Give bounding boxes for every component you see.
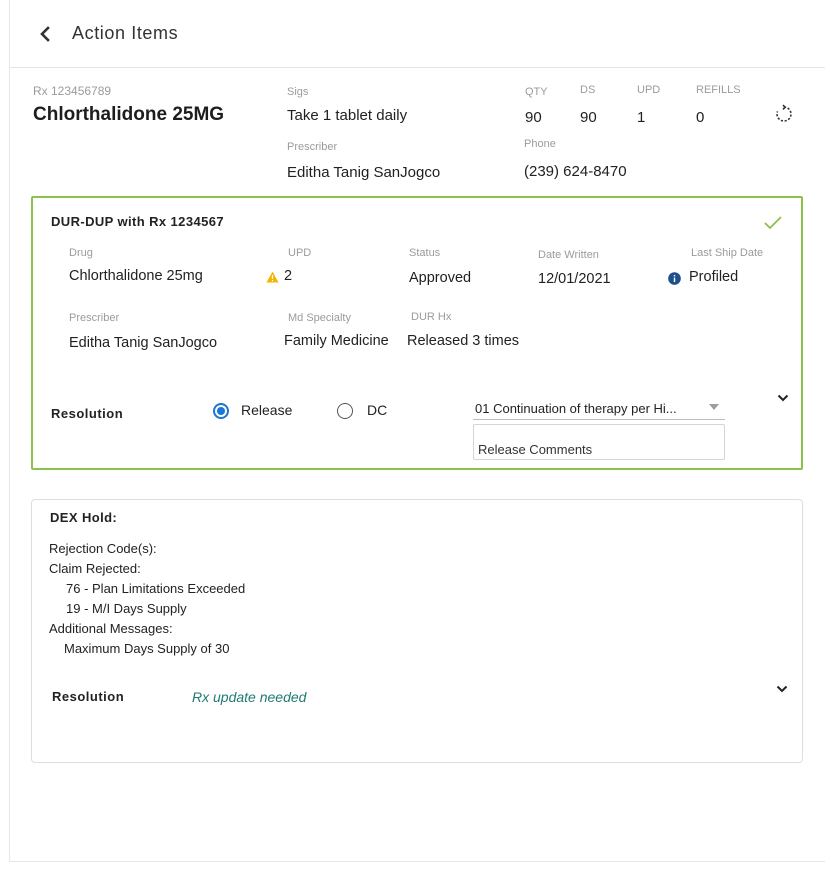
upd-label: UPD [637,84,661,96]
rx-update-needed-link[interactable]: Rx update needed [192,689,306,705]
phone-label: Phone [524,138,556,150]
dur-last-ship-value: Profiled [689,269,739,285]
dur-last-ship-label: Last Ship Date [691,247,764,259]
dropdown-arrow-icon [709,404,719,410]
chevron-left-icon[interactable] [37,25,53,43]
dur-specialty-value: Family Medicine [284,333,389,349]
qty-value: 90 [525,109,542,126]
dex-hold-card: DEX Hold: Rejection Code(s): Claim Rejec… [31,499,803,763]
ds-value: 90 [580,109,597,126]
additional-message-1: Maximum Days Supply of 30 [64,641,230,656]
dur-dup-card: DUR-DUP with Rx 1234567 Drug Chlorthalid… [31,196,803,470]
refresh-icon[interactable] [774,104,794,124]
chevron-down-icon[interactable] [777,394,789,402]
dur-hx-value: Released 3 times [407,333,520,349]
dur-card-title: DUR-DUP with Rx 1234567 [51,214,224,229]
page-title: Action Items [72,23,179,43]
info-icon[interactable] [668,272,681,285]
action-items-panel: Action Items Rx 123456789 Chlorthalidone… [9,0,825,862]
dex-card-title: DEX Hold: [50,510,118,525]
refills-label: REFILLS [696,84,741,96]
dur-date-written-value: 12/01/2021 [538,271,611,287]
dc-radio[interactable] [337,403,353,419]
dur-upd-value: 2 [284,268,293,284]
resolution-reason-value: 01 Continuation of therapy per Hi... [475,401,677,416]
sigs-label: Sigs [287,86,309,98]
prescriber-label: Prescriber [287,141,338,153]
header: Action Items [10,0,825,68]
release-radio-label[interactable]: Release [241,402,292,418]
resolution-reason-select[interactable]: 01 Continuation of therapy per Hi... [473,398,725,420]
rejection-code-19: 19 - M/I Days Supply [66,601,187,616]
warning-icon [266,271,279,283]
chevron-down-icon[interactable] [776,685,788,693]
dur-hx-label: DUR Hx [411,311,452,323]
dex-resolution-label: Resolution [52,689,125,704]
qty-label: QTY [525,86,548,98]
dur-specialty-label: Md Specialty [288,312,351,324]
rejection-code-76: 76 - Plan Limitations Exceeded [66,581,246,596]
check-icon [764,216,782,230]
dur-drug-value: Chlorthalidone 25mg [69,268,203,284]
dur-status-value: Approved [409,270,472,286]
release-comments-field[interactable]: Release Comments [473,424,725,460]
phone-value: (239) 624-8470 [524,163,627,180]
dc-radio-label[interactable]: DC [367,402,387,418]
release-comments-placeholder: Release Comments [478,442,593,457]
rejection-codes-label: Rejection Code(s): [49,541,157,556]
additional-messages-label: Additional Messages: [49,621,173,636]
refills-value: 0 [696,109,705,126]
prescriber-value: Editha Tanig SanJogco [287,164,441,181]
dur-prescriber-label: Prescriber [69,312,120,324]
dur-drug-label: Drug [69,247,93,259]
upd-value: 1 [637,109,646,126]
dur-resolution-label: Resolution [51,406,124,421]
ds-label: DS [580,84,596,96]
drug-name: Chlorthalidone 25MG [33,104,225,125]
dur-status-label: Status [409,247,441,259]
dur-upd-label: UPD [288,247,312,259]
dur-date-written-label: Date Written [538,249,599,261]
claim-rejected-label: Claim Rejected: [49,561,141,576]
dur-prescriber-value: Editha Tanig SanJogco [69,335,218,351]
sigs-value: Take 1 tablet daily [287,107,408,124]
release-radio[interactable] [213,403,229,419]
rx-number: Rx 123456789 [33,84,112,98]
